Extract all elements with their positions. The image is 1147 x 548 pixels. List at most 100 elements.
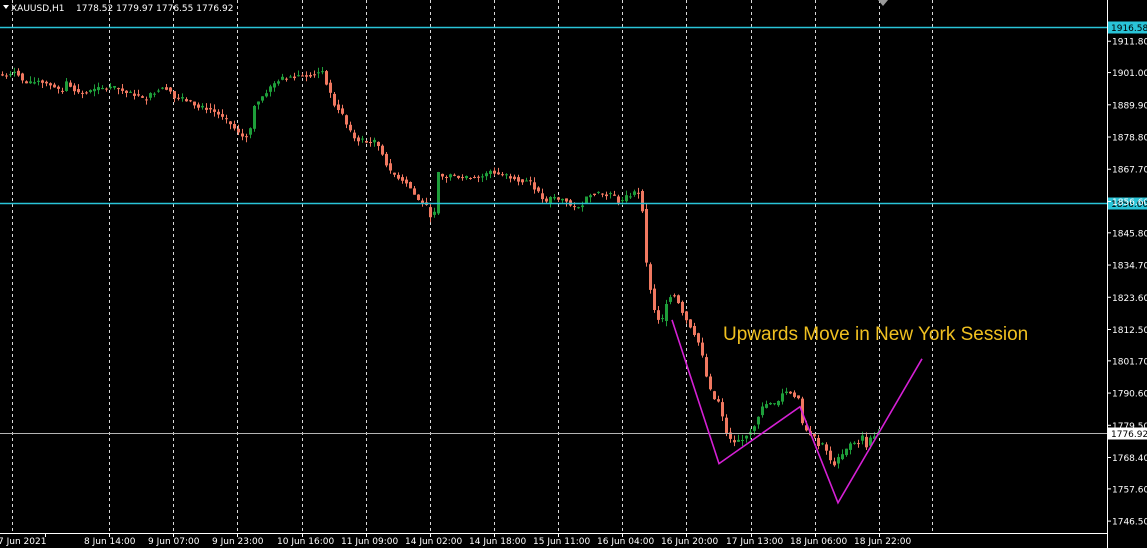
candle-body <box>825 444 828 451</box>
candle-body <box>5 75 8 77</box>
chart-background <box>0 0 1147 548</box>
candle-body <box>661 318 664 320</box>
candle-body <box>785 391 788 393</box>
candle-body <box>193 101 196 106</box>
time-tick-label: 18 Jun 22:00 <box>854 537 911 547</box>
level-price-label: 1916.58 <box>1111 24 1147 34</box>
candle-body <box>493 170 496 174</box>
time-tick-label: 7 Jun 2021 <box>0 537 46 547</box>
candle-body <box>317 72 320 74</box>
candle-body <box>649 264 652 290</box>
candle-body <box>625 195 628 202</box>
candle-body <box>629 196 632 198</box>
candle-body <box>525 180 528 182</box>
candle-body <box>73 85 76 92</box>
candle-body <box>581 205 584 208</box>
candle-body <box>9 74 12 76</box>
candle-body <box>21 73 24 81</box>
candle-body <box>433 211 436 215</box>
candle-body <box>761 406 764 416</box>
candle-body <box>465 176 468 179</box>
candle-body <box>89 90 92 92</box>
candle-body <box>841 454 844 460</box>
candle-body <box>477 176 480 178</box>
candle-body <box>113 86 116 88</box>
candle-body <box>137 94 140 96</box>
candle-body <box>273 83 276 88</box>
candle-body <box>313 74 316 76</box>
time-tick-label: 9 Jun 23:00 <box>212 537 264 547</box>
candle-body <box>633 191 636 195</box>
price-tick-label: 1911.80 <box>1112 38 1147 48</box>
candle-body <box>181 97 184 99</box>
candle-body <box>489 170 492 174</box>
candle-body <box>257 101 260 105</box>
time-tick-label: 10 Jun 16:00 <box>277 537 334 547</box>
time-tick-label: 9 Jun 07:00 <box>148 537 200 547</box>
candle-body <box>321 71 324 73</box>
candle-body <box>765 404 768 408</box>
price-tick-label: 1878.80 <box>1112 134 1147 144</box>
candle-body <box>129 91 132 93</box>
candle-body <box>829 450 832 461</box>
candle-body <box>241 133 244 137</box>
candle-body <box>361 138 364 140</box>
candle-body <box>533 182 536 190</box>
price-chart[interactable]: 1916.581856.00 1776.92 Upwards Move in N… <box>0 0 1147 548</box>
candle-body <box>289 76 292 78</box>
candle-body <box>221 114 224 117</box>
candle-body <box>865 436 868 448</box>
candle-body <box>153 93 156 95</box>
price-tick-label: 1779.50 <box>1112 422 1147 432</box>
candle-body <box>637 192 640 194</box>
candle-body <box>853 442 856 444</box>
candle-body <box>461 177 464 179</box>
candle-body <box>457 175 460 178</box>
candle-body <box>333 93 336 106</box>
candle-body <box>405 179 408 184</box>
candle-body <box>553 197 556 199</box>
candle-body <box>821 443 824 445</box>
candle-body <box>413 188 416 195</box>
candle-body <box>521 179 524 183</box>
candle-body <box>577 207 580 209</box>
candle-body <box>349 124 352 131</box>
candle-body <box>417 194 420 200</box>
candle-body <box>393 172 396 175</box>
candle-body <box>773 403 776 405</box>
time-tick-label: 14 Jun 18:00 <box>469 537 526 547</box>
candle-body <box>709 376 712 390</box>
time-tick-label: 11 Jun 09:00 <box>341 537 398 547</box>
candle-body <box>265 93 268 97</box>
candle-body <box>733 440 736 443</box>
candle-body <box>133 93 136 96</box>
candle-body <box>857 443 860 445</box>
candle-body <box>561 198 564 201</box>
price-tick-label: 1889.90 <box>1112 101 1147 111</box>
candle-body <box>45 81 48 84</box>
candle-body <box>673 295 676 297</box>
candle-body <box>725 417 728 433</box>
annotation-text[interactable]: Upwards Move in New York Session <box>723 324 1028 345</box>
candle-body <box>161 87 164 89</box>
candle-body <box>757 416 760 425</box>
candle-body <box>717 399 720 402</box>
candle-body <box>109 86 112 89</box>
candle-body <box>121 88 124 91</box>
candle-body <box>17 70 20 76</box>
candle-body <box>165 87 168 90</box>
candle-body <box>837 457 840 464</box>
candle-body <box>445 177 448 178</box>
candle-body <box>205 107 208 110</box>
candle-body <box>721 402 724 417</box>
candle-body <box>41 80 44 83</box>
candle-body <box>605 194 608 197</box>
candle-body <box>357 137 360 142</box>
candle-body <box>185 99 188 102</box>
candle-body <box>769 403 772 405</box>
candle-body <box>849 443 852 450</box>
candle-body <box>117 88 120 90</box>
candle-body <box>77 89 80 93</box>
candle-body <box>345 115 348 125</box>
candle-body <box>29 81 32 84</box>
